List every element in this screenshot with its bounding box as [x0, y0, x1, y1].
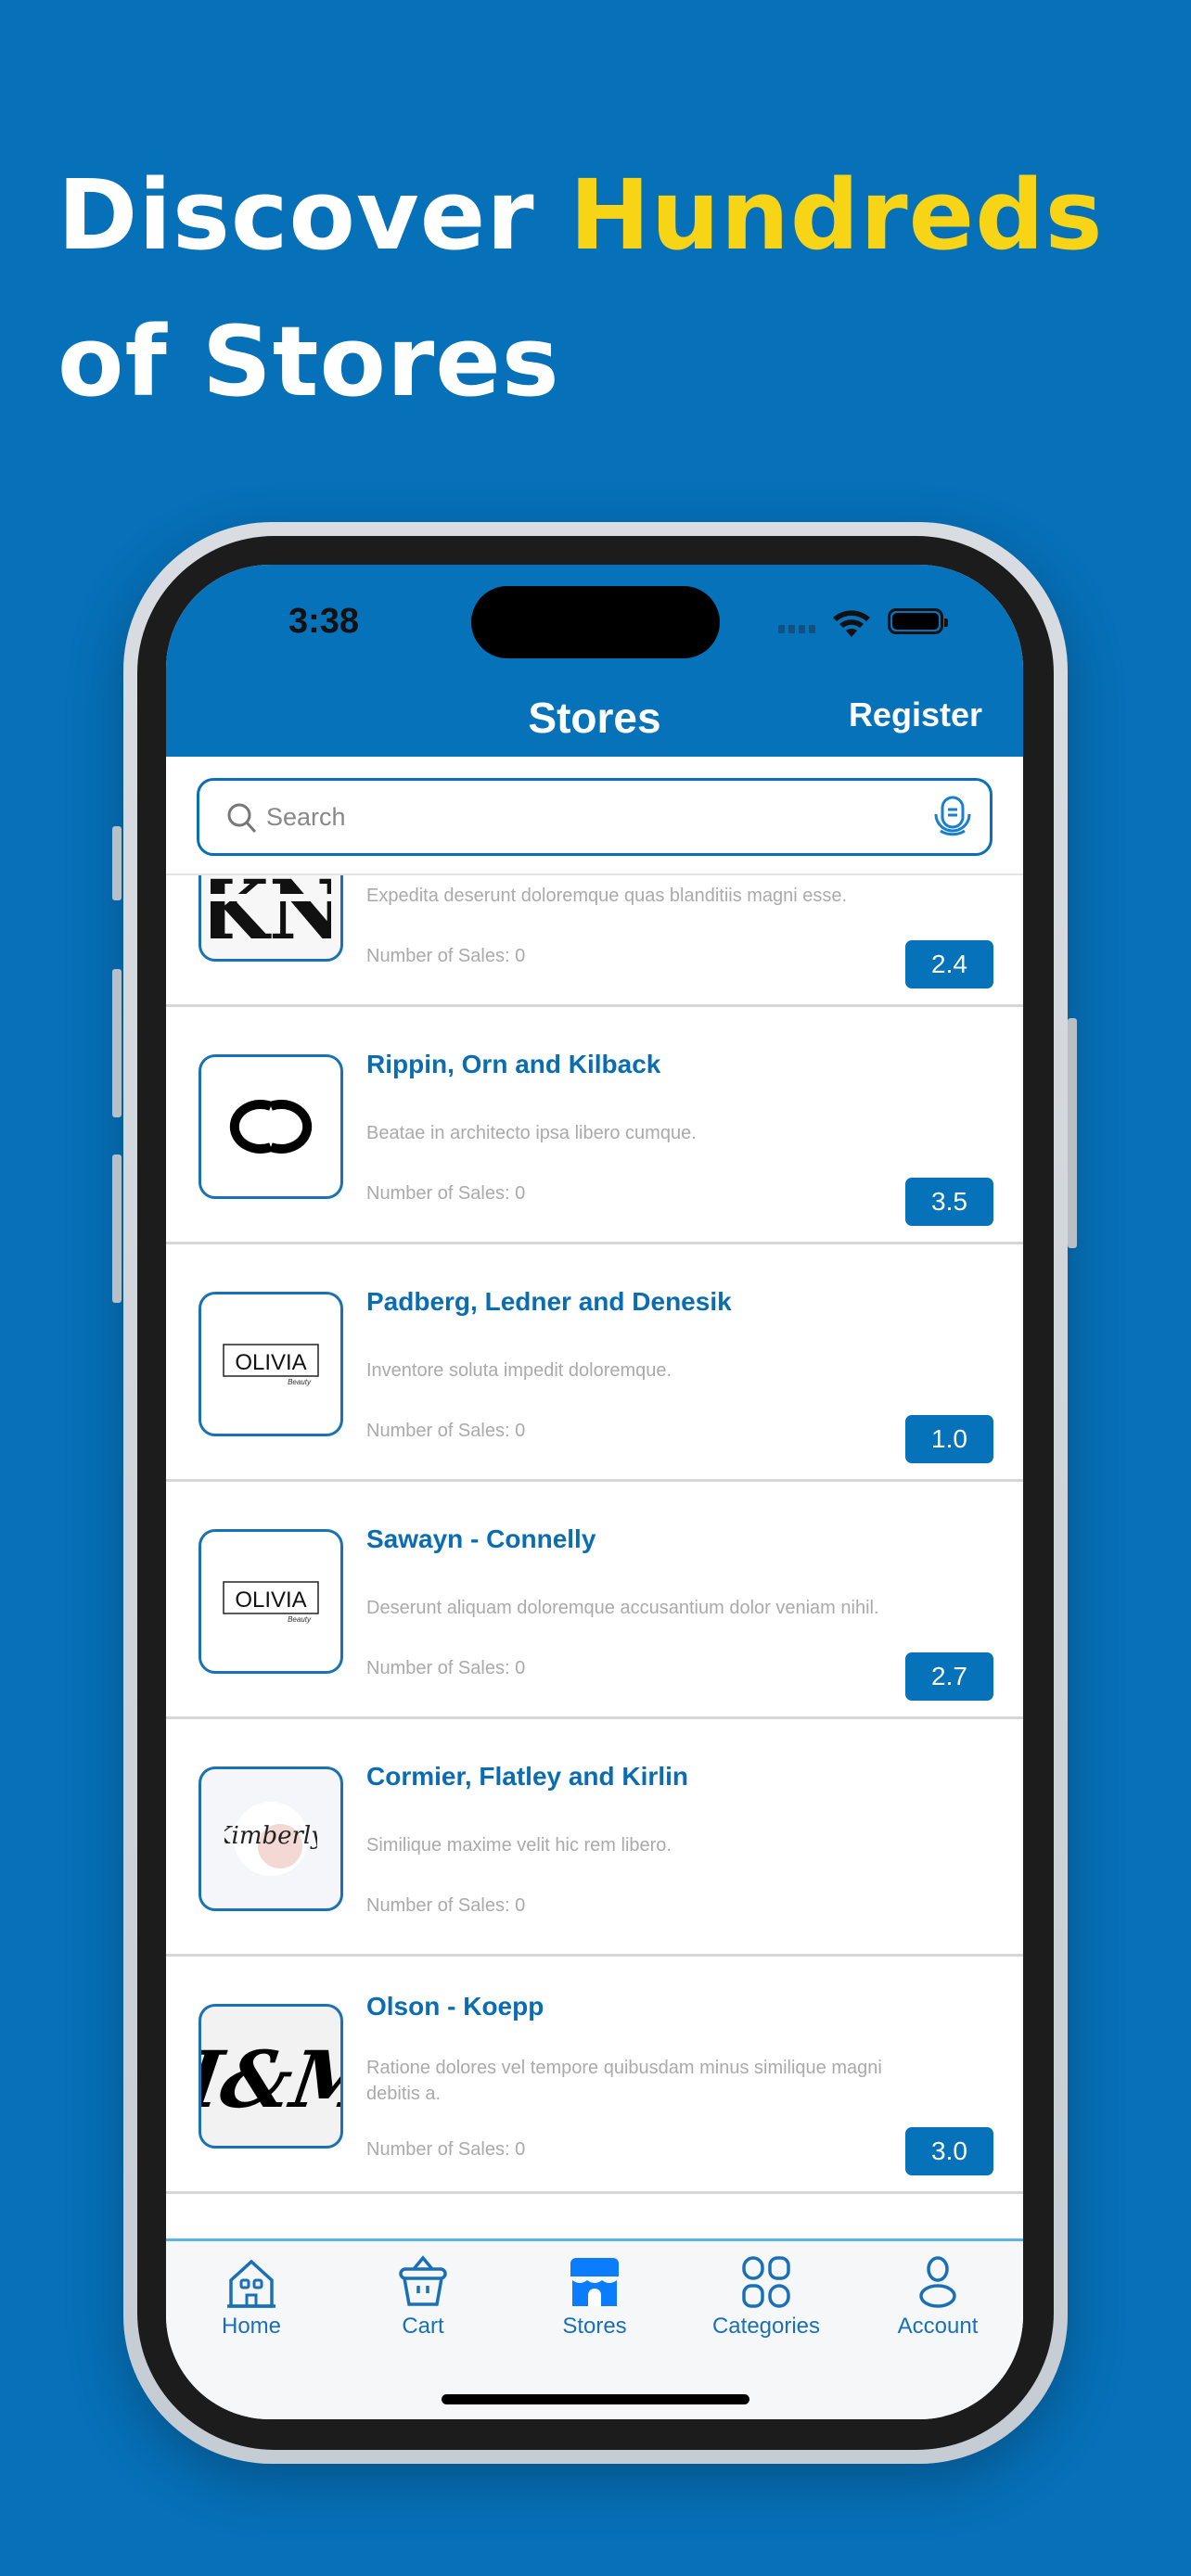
dynamic-island	[471, 586, 720, 658]
tab-label: Account	[897, 2314, 979, 2339]
phone-volume-down	[112, 1154, 122, 1303]
svg-text:Beauty: Beauty	[288, 1378, 312, 1386]
svg-text:Beauty: Beauty	[288, 1615, 312, 1624]
search-input[interactable]	[266, 781, 897, 853]
tab-categories[interactable]: Categories	[681, 2254, 852, 2340]
tab-home[interactable]: Home	[166, 2254, 337, 2340]
store-sales: Number of Sales: 0	[366, 1895, 526, 1916]
voice-search-icon[interactable]	[932, 794, 973, 842]
store-description: Ratione dolores vel tempore quibusdam mi…	[366, 2058, 882, 2104]
search-icon	[227, 803, 257, 834]
store-logo: OLIVIA Beauty	[198, 1292, 343, 1436]
store-sales: Number of Sales: 0	[366, 946, 526, 966]
store-icon	[570, 2258, 619, 2306]
person-icon	[919, 2256, 956, 2308]
tab-label: Stores	[562, 2314, 627, 2339]
svg-text:OLIVIA: OLIVIA	[235, 1588, 306, 1613]
phone-volume-up	[112, 969, 122, 1117]
svg-text:OLIVIA: OLIVIA	[235, 1350, 306, 1375]
tab-account[interactable]: Account	[852, 2254, 1023, 2340]
register-button[interactable]: Register	[849, 695, 982, 734]
tab-stores[interactable]: Stores	[509, 2254, 680, 2340]
store-row[interactable]: KN Expedita deserunt doloremque quas bla…	[166, 875, 1023, 1007]
home-icon	[227, 2259, 275, 2308]
store-sales: Number of Sales: 0	[366, 1183, 526, 1204]
store-description: Beatae in architecto ipsa libero cumque.	[366, 1123, 697, 1143]
store-description: Similique maxime velit hic rem libero.	[366, 1835, 672, 1855]
rating-badge: 2.4	[905, 940, 993, 988]
rating-badge: 3.0	[905, 2127, 993, 2175]
promo-accent: Hundreds	[569, 159, 1104, 272]
svg-text:Kimberly: Kimberly	[224, 1822, 317, 1850]
basket-icon	[399, 2255, 447, 2306]
tab-bar: Home Cart Stores Categories Account	[166, 2238, 1023, 2419]
wifi-icon	[833, 610, 870, 637]
home-indicator[interactable]	[442, 2394, 749, 2404]
search-bar-container	[166, 757, 1023, 875]
store-sales: Number of Sales: 0	[366, 1658, 526, 1678]
store-name[interactable]: Cormier, Flatley and Kirlin	[366, 1762, 688, 1792]
rating-badge: 2.7	[905, 1652, 993, 1701]
promo-headline-line1: Discover Hundreds	[58, 159, 1104, 272]
store-list[interactable]: KN Expedita deserunt doloremque quas bla…	[166, 875, 1023, 2238]
nav-header: 3:38 Stores Register	[166, 565, 1023, 757]
store-name[interactable]: Sawayn - Connelly	[366, 1524, 596, 1554]
store-description: Deserunt aliquam doloremque accusantium …	[366, 1598, 879, 1618]
battery-icon	[888, 608, 948, 634]
store-description: Inventore soluta impedit doloremque.	[366, 1360, 672, 1381]
store-description: Expedita deserunt doloremque quas blandi…	[366, 886, 848, 906]
store-row[interactable]: OLIVIA Beauty Sawayn - Connelly Deserunt …	[166, 1482, 1023, 1719]
store-sales: Number of Sales: 0	[366, 2139, 526, 2160]
store-logo: H&M	[198, 2004, 343, 2149]
store-name[interactable]: Rippin, Orn and Kilback	[366, 1050, 660, 1079]
svg-text:H&M: H&M	[201, 2034, 340, 2125]
promo-headline-line2: of Stores	[58, 305, 560, 418]
cellular-signal-icon	[778, 625, 815, 633]
rating-badge: 3.5	[905, 1178, 993, 1226]
search-field[interactable]	[197, 778, 992, 856]
phone-action-button	[112, 826, 122, 900]
store-name[interactable]: Olson - Koepp	[366, 1992, 544, 2021]
store-name[interactable]: Padberg, Ledner and Denesik	[366, 1287, 732, 1317]
tab-label: Cart	[402, 2314, 444, 2339]
store-sales: Number of Sales: 0	[366, 1421, 526, 1441]
status-time: 3:38	[288, 602, 360, 641]
app-screen: 3:38 Stores Register KN Expedita deserun…	[166, 565, 1023, 2419]
store-row[interactable]: H&M Olson - Koepp Ratione dolores vel te…	[166, 1957, 1023, 2194]
store-logo: Kimberly	[198, 1766, 343, 1911]
store-row[interactable]: Rippin, Orn and Kilback Beatae in archit…	[166, 1007, 1023, 1244]
rating-badge: 1.0	[905, 1415, 993, 1463]
store-logo: OLIVIA Beauty	[198, 1529, 343, 1674]
store-row[interactable]: OLIVIA Beauty Padberg, Ledner and Denesik…	[166, 1244, 1023, 1482]
store-logo	[198, 1054, 343, 1199]
store-logo: KN	[198, 875, 343, 962]
tab-label: Categories	[711, 2314, 821, 2339]
grid-icon	[742, 2256, 790, 2308]
tab-label: Home	[221, 2314, 282, 2339]
tab-cart[interactable]: Cart	[338, 2254, 508, 2340]
svg-text:KN: KN	[211, 875, 331, 950]
phone-power-button	[1068, 1018, 1077, 1248]
store-row[interactable]: Kimberly Cormier, Flatley and Kirlin Sim…	[166, 1719, 1023, 1957]
